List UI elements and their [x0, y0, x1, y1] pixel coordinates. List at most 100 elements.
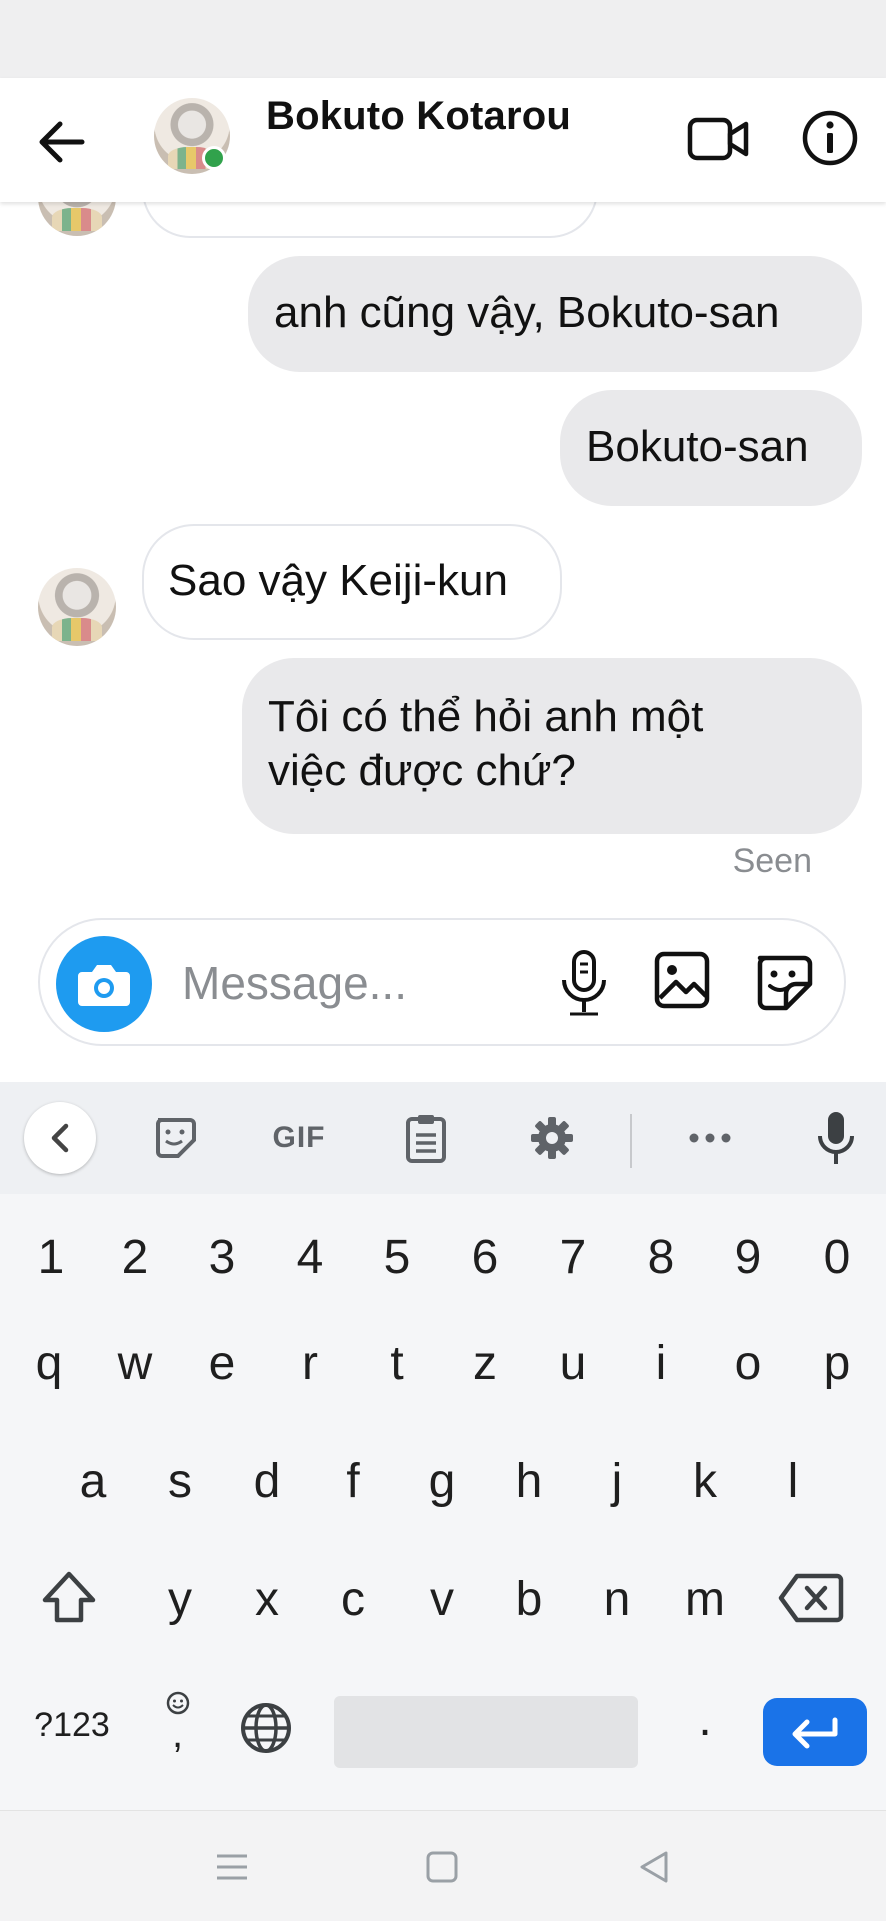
key[interactable]: 8: [626, 1230, 696, 1285]
more-options-button[interactable]: [680, 1106, 740, 1170]
keyboard-toolbar: GIF: [0, 1082, 886, 1194]
message-text: Sao vậy Keiji-kun: [168, 556, 508, 605]
sticker-icon: [156, 1118, 196, 1158]
gear-icon: [531, 1117, 573, 1159]
message-text: anh cũng vậy, Bokuto-san: [274, 288, 780, 337]
key[interactable]: d: [232, 1454, 302, 1509]
key[interactable]: 5: [362, 1230, 432, 1285]
key[interactable]: h: [494, 1454, 564, 1509]
period-key[interactable]: .: [670, 1692, 740, 1747]
return-icon: [792, 1717, 838, 1749]
key[interactable]: f: [318, 1454, 388, 1509]
key[interactable]: q: [14, 1336, 84, 1391]
key[interactable]: 1: [16, 1230, 86, 1285]
message-bubble-outgoing[interactable]: Bokuto-san: [560, 390, 862, 506]
key[interactable]: 7: [538, 1230, 608, 1285]
message-text: Bokuto-san: [586, 422, 809, 471]
key[interactable]: o: [713, 1336, 783, 1391]
contact-avatar-small: [38, 568, 116, 646]
key[interactable]: t: [362, 1336, 432, 1391]
key[interactable]: b: [494, 1572, 564, 1627]
key[interactable]: p: [802, 1336, 872, 1391]
key[interactable]: k: [670, 1454, 740, 1509]
camera-icon: [78, 965, 130, 1006]
sticker-icon: [757, 955, 813, 1011]
online-status-indicator: [202, 146, 226, 170]
key[interactable]: i: [626, 1336, 696, 1391]
chat-header: Bokuto Kotarou: [0, 78, 886, 202]
key[interactable]: w: [100, 1336, 170, 1391]
key[interactable]: 9: [713, 1230, 783, 1285]
key[interactable]: a: [58, 1454, 128, 1509]
shift-key[interactable]: [34, 1568, 104, 1640]
sticker-button[interactable]: [752, 948, 818, 1014]
microphone-icon: [562, 950, 606, 1016]
key[interactable]: u: [538, 1336, 608, 1391]
more-horizontal-icon: [689, 1133, 731, 1143]
key[interactable]: c: [318, 1572, 388, 1627]
key[interactable]: l: [758, 1454, 828, 1509]
key[interactable]: j: [582, 1454, 652, 1509]
voice-input-button[interactable]: [806, 1106, 866, 1170]
status-bar: [0, 0, 886, 78]
back-triangle-icon[interactable]: [636, 1849, 672, 1885]
key[interactable]: g: [407, 1454, 477, 1509]
key[interactable]: y: [145, 1572, 215, 1627]
clipboard-button[interactable]: [396, 1106, 456, 1170]
emoji-comma-key[interactable]: ,: [150, 1690, 206, 1770]
home-icon[interactable]: [424, 1849, 460, 1885]
back-button[interactable]: [34, 114, 90, 170]
camera-button[interactable]: [56, 936, 152, 1032]
gallery-button[interactable]: [652, 948, 712, 1012]
recent-apps-icon[interactable]: [214, 1849, 250, 1885]
video-camera-icon: [687, 117, 749, 161]
key[interactable]: 4: [275, 1230, 345, 1285]
key[interactable]: 3: [187, 1230, 257, 1285]
language-key[interactable]: [236, 1700, 296, 1768]
chevron-left-icon: [51, 1123, 69, 1153]
key[interactable]: z: [450, 1336, 520, 1391]
message-composer: [38, 918, 846, 1046]
comma-label: ,: [172, 1712, 184, 1756]
key[interactable]: 0: [802, 1230, 872, 1285]
space-key[interactable]: [334, 1696, 638, 1768]
image-icon: [654, 951, 710, 1009]
key[interactable]: r: [275, 1336, 345, 1391]
seen-receipt: Seen: [732, 842, 812, 880]
message-bubble-outgoing[interactable]: Tôi có thể hỏi anh một việc được chứ?: [242, 658, 862, 834]
backspace-icon: [778, 1573, 844, 1623]
key[interactable]: v: [407, 1572, 477, 1627]
clipboard-icon: [406, 1115, 446, 1163]
key[interactable]: x: [232, 1572, 302, 1627]
key[interactable]: n: [582, 1572, 652, 1627]
key[interactable]: 6: [450, 1230, 520, 1285]
key[interactable]: e: [187, 1336, 257, 1391]
arrow-left-icon: [39, 121, 85, 163]
message-input[interactable]: [180, 950, 544, 1016]
symbols-key[interactable]: ?123: [24, 1706, 120, 1745]
keyboard-collapse-button[interactable]: [24, 1102, 96, 1174]
on-screen-keyboard: GIF 1 2 3 4 5 6 7 8 9 0 q w e r t z u i …: [0, 1082, 886, 1810]
keyboard-sticker-button[interactable]: [146, 1106, 206, 1170]
globe-icon: [241, 1703, 291, 1753]
voice-message-button[interactable]: [556, 948, 612, 1020]
message-bubble-outgoing[interactable]: anh cũng vậy, Bokuto-san: [248, 256, 862, 372]
info-button[interactable]: [800, 108, 860, 168]
backspace-key[interactable]: [776, 1568, 846, 1640]
key[interactable]: m: [670, 1572, 740, 1627]
gif-button[interactable]: GIF: [264, 1106, 334, 1170]
shift-icon: [42, 1571, 96, 1623]
system-navigation-bar: [0, 1810, 886, 1921]
microphone-icon: [818, 1112, 854, 1164]
gif-label: GIF: [272, 1121, 326, 1154]
contact-name[interactable]: Bokuto Kotarou: [266, 94, 571, 139]
enter-key[interactable]: [763, 1698, 867, 1766]
keyboard-settings-button[interactable]: [522, 1106, 582, 1170]
key[interactable]: s: [145, 1454, 215, 1509]
message-text-line: Tôi có thể hỏi anh một: [268, 692, 704, 741]
message-bubble-incoming[interactable]: Sao vậy Keiji-kun: [142, 524, 562, 640]
key[interactable]: 2: [100, 1230, 170, 1285]
video-call-button[interactable]: [686, 106, 750, 170]
message-text-line: việc được chứ?: [268, 746, 576, 795]
info-icon: [802, 110, 858, 166]
